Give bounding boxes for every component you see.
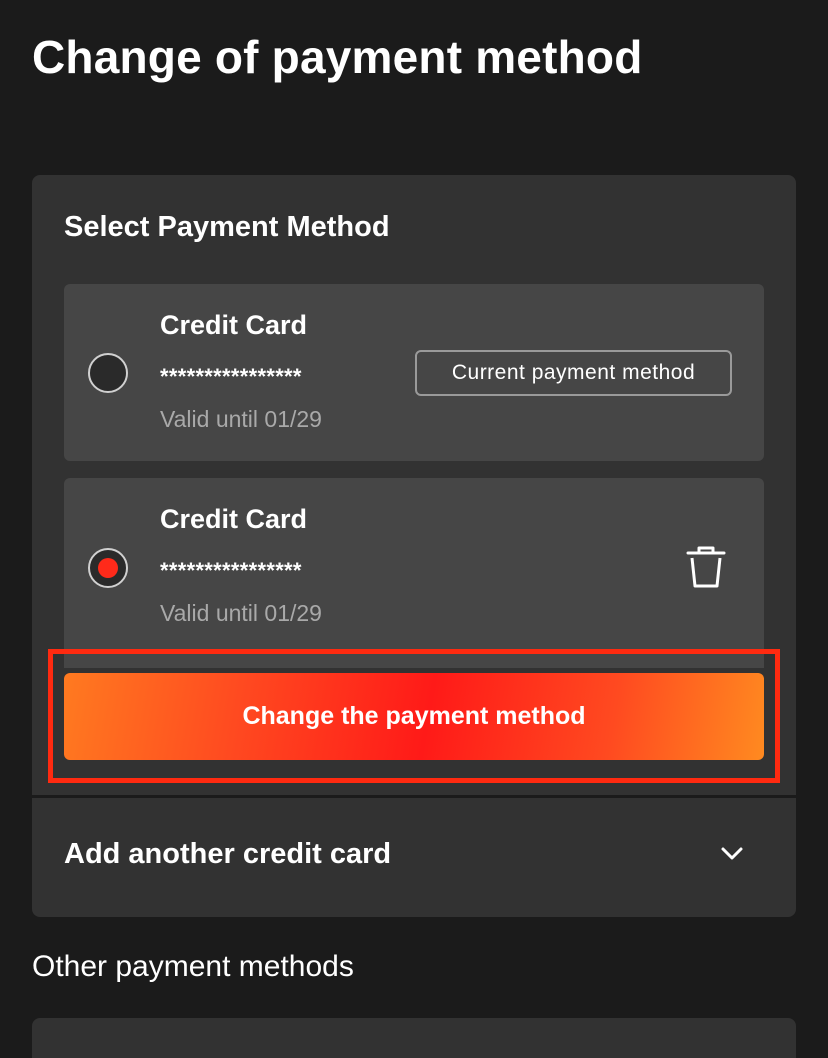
radio-unselected[interactable] [88, 353, 128, 393]
add-credit-card-label: Add another credit card [64, 838, 392, 870]
select-payment-panel: Select Payment Method Credit Card ******… [32, 175, 796, 795]
section-title: Select Payment Method [64, 211, 390, 243]
card-valid-until: Valid until 01/29 [160, 406, 322, 432]
other-payment-methods-title: Other payment methods [32, 950, 354, 983]
card-number-masked: **************** [160, 364, 302, 389]
payment-method-item[interactable]: Credit Card **************** Valid until… [64, 478, 764, 668]
page-title: Change of payment method [32, 31, 643, 83]
add-credit-card-accordion[interactable]: Add another credit card [32, 798, 796, 917]
current-payment-method-badge: Current payment method [415, 350, 732, 396]
card-type-label: Credit Card [160, 310, 308, 340]
radio-selected[interactable] [88, 548, 128, 588]
chevron-down-icon[interactable] [720, 846, 744, 862]
change-payment-method-button[interactable]: Change the payment method [64, 673, 764, 760]
card-number-masked: **************** [160, 558, 302, 583]
other-payment-methods-panel [32, 1018, 796, 1058]
payment-method-item[interactable]: Credit Card **************** Valid until… [64, 284, 764, 461]
card-type-label: Credit Card [160, 504, 308, 534]
radio-dot [98, 558, 118, 578]
card-valid-until: Valid until 01/29 [160, 600, 322, 626]
trash-icon[interactable] [684, 544, 728, 590]
